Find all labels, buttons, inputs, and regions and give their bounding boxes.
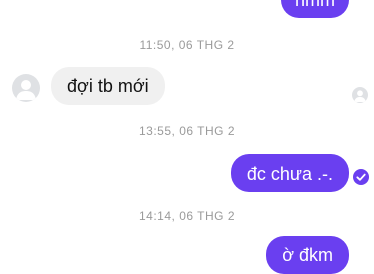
delivered-check-icon (353, 169, 369, 185)
message-text: đc chưa .-. (246, 164, 333, 184)
message-text: đợi tb mới (67, 76, 149, 96)
seen-avatar-icon (352, 87, 368, 103)
outgoing-message-bubble[interactable]: hmm (281, 0, 349, 18)
person-icon (354, 90, 366, 102)
outgoing-message-bubble[interactable]: ờ đkm (266, 236, 349, 274)
message-timestamp: 13:55, 06 THG 2 (139, 124, 235, 138)
message-timestamp: 14:14, 06 THG 2 (139, 209, 235, 223)
message-text: hmm (295, 0, 335, 10)
message-timestamp: 11:50, 06 THG 2 (139, 38, 235, 52)
outgoing-message-bubble[interactable]: đc chưa .-. (230, 154, 349, 192)
message-text: ờ đkm (282, 245, 333, 265)
contact-avatar-icon[interactable] (12, 74, 40, 102)
incoming-message-bubble[interactable]: đợi tb mới (51, 67, 165, 105)
person-icon (16, 80, 36, 100)
